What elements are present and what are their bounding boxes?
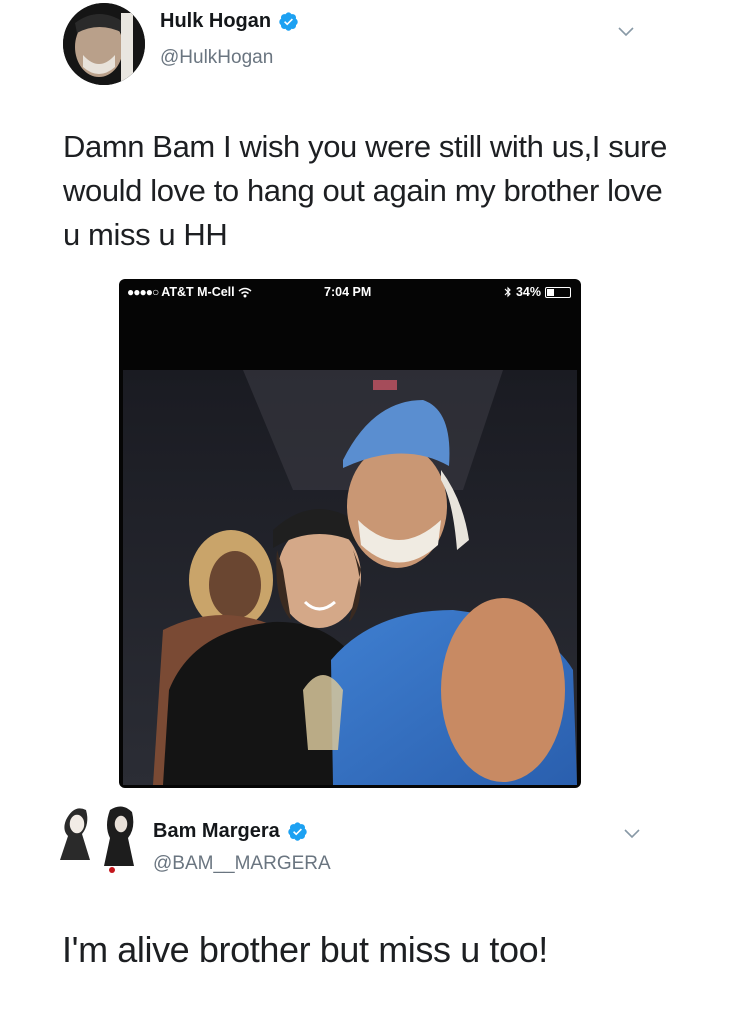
photo-image xyxy=(123,370,577,785)
avatar-drawing xyxy=(52,800,142,880)
bam-margera-avatar[interactable] xyxy=(52,800,142,880)
signal-strength-dots: ●●●●○ xyxy=(127,285,159,299)
reply-author-display-name[interactable]: Bam Margera xyxy=(153,820,280,843)
photo-content xyxy=(123,370,577,785)
reply-author-handle[interactable]: @BAM__MARGERA xyxy=(153,853,331,875)
hulk-hogan-avatar[interactable] xyxy=(63,3,145,85)
status-time: 7:04 PM xyxy=(324,285,372,299)
battery-level-fill xyxy=(547,288,554,296)
carrier-info: ●●●●○ AT&T M-Cell xyxy=(127,285,252,299)
battery-icon xyxy=(545,286,571,298)
chevron-down-icon[interactable] xyxy=(617,26,635,38)
verified-badge-icon xyxy=(288,822,307,841)
attached-screenshot[interactable]: ●●●●○ AT&T M-Cell 7:04 PM 34% xyxy=(119,279,581,788)
avatar-portrait xyxy=(63,3,145,85)
phone-status-bar: ●●●●○ AT&T M-Cell 7:04 PM 34% xyxy=(119,279,581,305)
verified-badge-icon xyxy=(279,12,298,31)
author-handle[interactable]: @HulkHogan xyxy=(160,47,273,69)
battery-info: 34% xyxy=(504,285,571,299)
author-display-name[interactable]: Hulk Hogan xyxy=(160,10,271,33)
battery-percent: 34% xyxy=(515,285,541,299)
tweet-header: Hulk Hogan @HulkHogan xyxy=(0,0,730,100)
reply-text: I'm alive brother but miss u too! xyxy=(62,929,548,970)
wifi-icon xyxy=(238,287,252,297)
tweet-text: Damn Bam I wish you were still with us,I… xyxy=(63,129,667,252)
chevron-down-icon[interactable] xyxy=(623,828,641,840)
carrier-name: AT&T M-Cell xyxy=(161,285,235,299)
author-name-row: Hulk Hogan xyxy=(160,10,299,33)
bluetooth-icon xyxy=(504,286,511,298)
reply-author-name-row: Bam Margera xyxy=(153,820,308,843)
